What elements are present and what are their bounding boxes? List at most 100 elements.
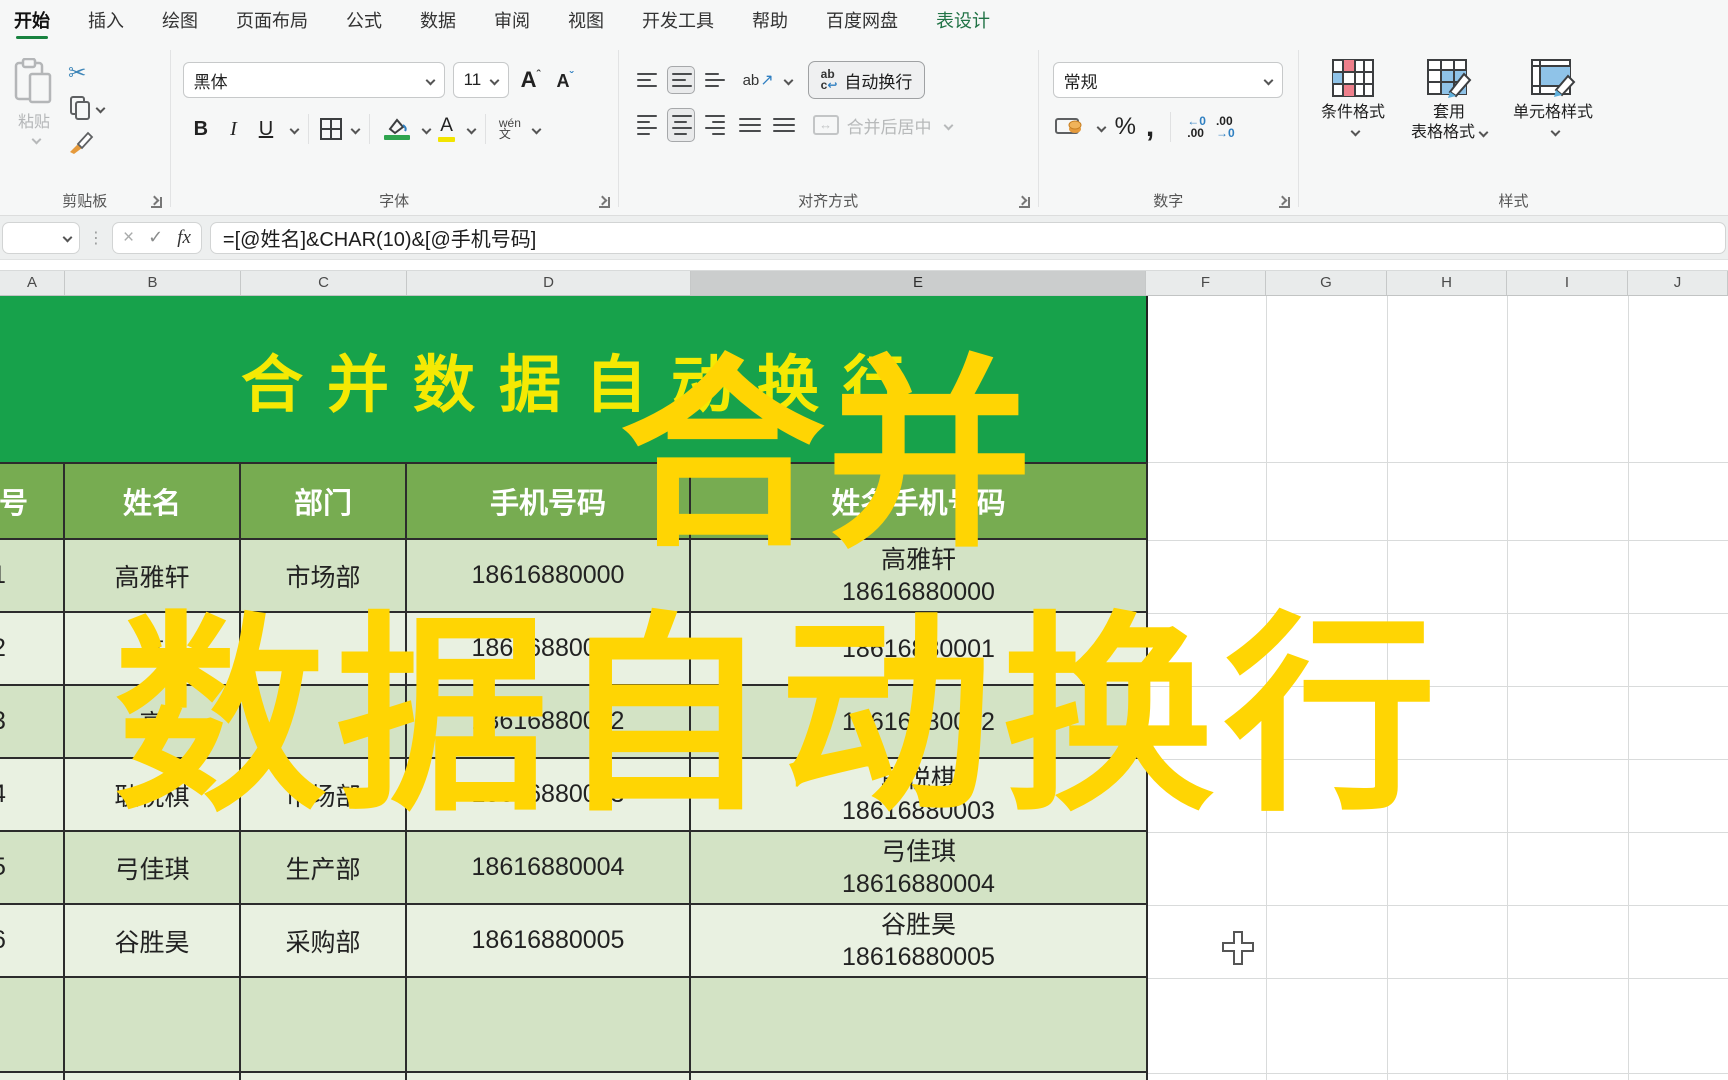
tab-formulas[interactable]: 公式 [346, 0, 382, 42]
cell-no[interactable]: 4 [0, 759, 65, 832]
cell-no[interactable]: 1 [0, 540, 65, 613]
cell-merged[interactable]: 耿悦棋 18616880003 [691, 759, 1148, 832]
column-header-i[interactable]: I [1507, 271, 1628, 295]
cell-dept[interactable] [241, 613, 407, 686]
currency-button[interactable] [1054, 116, 1083, 138]
borders-button[interactable] [319, 117, 343, 141]
tab-table-design[interactable]: 表设计 [936, 0, 990, 42]
underline-button[interactable]: U [250, 116, 282, 143]
cell-dept[interactable]: 市场部 [241, 759, 407, 832]
cell-no[interactable] [0, 978, 65, 1073]
cell-phone[interactable]: 18616880005 [407, 905, 691, 978]
cancel-button[interactable]: × [123, 227, 134, 249]
increase-indent-button[interactable] [769, 112, 797, 138]
column-header-a[interactable]: A [0, 271, 65, 295]
cell-no[interactable]: 6 [0, 905, 65, 978]
percent-button[interactable]: % [1115, 113, 1136, 141]
column-header-c[interactable]: C [241, 271, 407, 295]
borders-chevron[interactable] [350, 124, 361, 134]
cell-merged[interactable]: 谷胜昊 18616880005 [691, 905, 1148, 978]
tab-draw[interactable]: 绘图 [162, 0, 198, 42]
phonetic-guide-button[interactable]: wén 文 [496, 117, 524, 140]
cell-merged[interactable]: 18616880001 [691, 613, 1148, 686]
cell-phone[interactable]: 18616880004 [407, 832, 691, 905]
formula-bar-handle[interactable]: ⋮ [88, 228, 104, 248]
copy-dropdown-chevron[interactable] [95, 103, 106, 113]
font-family-select[interactable]: 黑体 [182, 62, 445, 98]
name-box[interactable] [2, 221, 80, 254]
cell-dept[interactable]: 采购部 [241, 905, 407, 978]
bold-button[interactable]: B [185, 116, 217, 143]
cell-merged[interactable]: 高雅轩 18616880000 [691, 540, 1148, 613]
cell-name[interactable]: 高 [65, 613, 241, 686]
align-right-button[interactable] [701, 109, 729, 141]
alignment-dialog-launcher[interactable] [1018, 197, 1030, 208]
fill-color-chevron[interactable] [421, 124, 432, 134]
align-bottom-button[interactable] [701, 67, 729, 93]
clipboard-dialog-launcher[interactable] [150, 197, 162, 208]
fill-color-button[interactable] [380, 117, 414, 141]
number-dialog-launcher[interactable] [1278, 197, 1290, 208]
insert-function-button[interactable]: fx [177, 227, 191, 249]
header-cell-phone[interactable]: 手机号码 [407, 462, 691, 540]
column-header-d[interactable]: D [407, 271, 691, 295]
italic-button[interactable]: I [221, 116, 246, 143]
column-header-f[interactable]: F [1146, 271, 1266, 295]
cell-no[interactable]: 2 [0, 613, 65, 686]
cell-phone[interactable]: 18616880003 [407, 759, 691, 832]
tab-insert[interactable]: 插入 [88, 0, 124, 42]
currency-chevron[interactable] [1096, 122, 1107, 132]
cut-button[interactable]: ✂ [68, 60, 104, 86]
cell-dept[interactable] [241, 978, 407, 1073]
column-header-e[interactable]: E [691, 271, 1146, 295]
cell-merged[interactable] [691, 978, 1148, 1073]
cell-phone[interactable]: 18616880001 [407, 613, 691, 686]
orientation-chevron[interactable] [783, 75, 794, 85]
formula-input[interactable]: =[@姓名]&CHAR(10)&[@手机号码] [209, 221, 1726, 254]
cell-name[interactable]: 高雅轩 [65, 540, 241, 613]
tab-developer[interactable]: 开发工具 [642, 0, 714, 42]
format-painter-button[interactable] [68, 130, 104, 154]
comma-style-button[interactable]: , [1146, 112, 1154, 142]
font-size-select[interactable]: 11 [452, 62, 509, 98]
header-cell-merged[interactable]: 姓名手机号码 [691, 462, 1148, 540]
decrease-font-button[interactable]: Aˇ [553, 69, 578, 92]
column-header-g[interactable]: G [1266, 271, 1387, 295]
cell-merged[interactable]: 弓佳琪 18616880004 [691, 832, 1148, 905]
header-cell-no[interactable]: 序号 [0, 462, 65, 540]
paste-dropdown-chevron[interactable] [31, 134, 42, 145]
copy-button[interactable] [68, 96, 106, 120]
tab-view[interactable]: 视图 [568, 0, 604, 42]
title-banner[interactable]: 合并数据自动换行 [0, 296, 1148, 462]
header-cell-dept[interactable]: 部门 [241, 462, 407, 540]
decrease-indent-button[interactable] [735, 112, 763, 138]
cell-name[interactable]: 谷胜昊 [65, 905, 241, 978]
cell-phone[interactable] [407, 978, 691, 1073]
paste-button[interactable]: 粘贴 [14, 58, 54, 154]
align-center-button[interactable] [666, 108, 695, 142]
cell-no[interactable]: 5 [0, 832, 65, 905]
align-top-button[interactable] [633, 67, 661, 93]
cell-no[interactable]: 3 [0, 686, 65, 759]
column-header-j[interactable]: J [1628, 271, 1728, 295]
increase-font-button[interactable]: Aˆ [517, 67, 545, 93]
cell-merged[interactable]: 18616880002 [691, 686, 1148, 759]
enter-button[interactable]: ✓ [148, 227, 163, 248]
orientation-button[interactable]: ab ↗ [743, 70, 774, 90]
cell-dept[interactable]: 市场部 [241, 540, 407, 613]
font-dialog-launcher[interactable] [598, 197, 610, 208]
column-header-h[interactable]: H [1387, 271, 1507, 295]
align-middle-button[interactable] [666, 66, 695, 94]
tab-help[interactable]: 帮助 [752, 0, 788, 42]
font-color-chevron[interactable] [466, 124, 477, 134]
cell-phone[interactable]: 18616880002 [407, 686, 691, 759]
underline-chevron[interactable] [289, 124, 300, 134]
cell-dept[interactable] [241, 686, 407, 759]
tab-baidu-netdisk[interactable]: 百度网盘 [826, 0, 898, 42]
tab-page-layout[interactable]: 页面布局 [236, 0, 308, 42]
decrease-decimal-button[interactable]: .00 →0 [1216, 115, 1235, 139]
phonetic-chevron[interactable] [531, 124, 542, 134]
tab-review[interactable]: 审阅 [494, 0, 530, 42]
column-header-b[interactable]: B [65, 271, 241, 295]
cell-dept[interactable]: 生产部 [241, 832, 407, 905]
